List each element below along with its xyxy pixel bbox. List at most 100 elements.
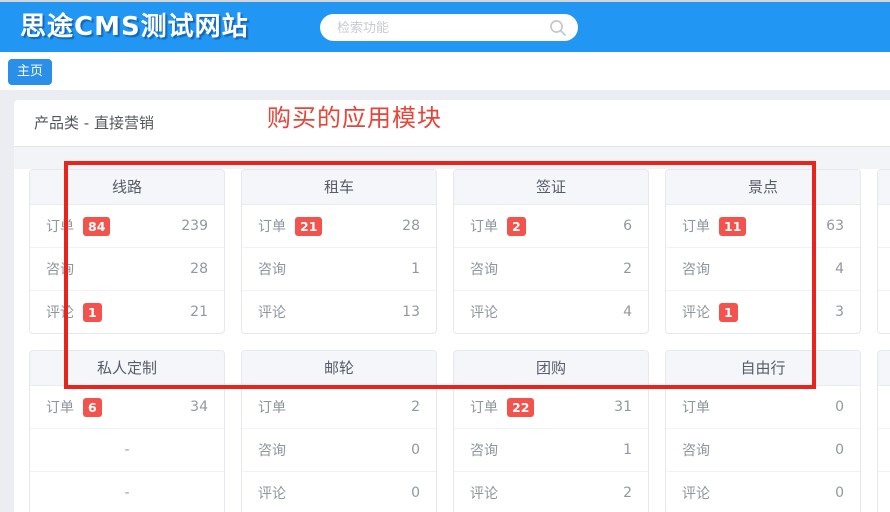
stat-label: 评论 [470, 302, 498, 322]
module-card: 团购订单 22 31 咨询 1 评论 2 [453, 350, 649, 512]
stat-value: 21 [190, 304, 208, 320]
stat-row: 咨询 0 [242, 428, 436, 471]
module-card: 邮轮订单2 咨询 0 评论 0 [241, 350, 437, 512]
stat-label: 评论 [470, 483, 498, 503]
stat-label: 评论 [258, 483, 286, 503]
module-card-title: 邮轮 [242, 351, 436, 386]
search-input[interactable] [335, 19, 548, 36]
stat-value: 6 [623, 218, 632, 234]
stat-value: 2 [623, 485, 632, 501]
stat-label: 订单 [46, 216, 74, 236]
module-card-title: 自由行 [666, 351, 860, 386]
module-card: 租车订单2128咨询1评论13 [241, 169, 437, 334]
app-header: 思途CMS测试网站 [0, 2, 890, 52]
stat-row: 评论 0 [242, 471, 436, 512]
new-count-badge: 84 [83, 217, 110, 236]
tab-strip: 主页 [0, 52, 890, 90]
new-count-badge: 22 [507, 398, 534, 417]
stat-value: 28 [402, 218, 420, 234]
stat-row: - [30, 471, 224, 512]
stat-row: 评论 13 [242, 290, 436, 333]
module-card-title: 线路 [30, 170, 224, 205]
stat-label: 咨询 [46, 259, 74, 279]
stat-label: 咨询 [470, 440, 498, 460]
stat-label: 订单 [682, 216, 710, 236]
cards-grid: 线路订单84239咨询28评论121租车订单2128咨询1评论13签证订单26咨… [29, 169, 890, 512]
stat-value: 0 [411, 485, 420, 501]
stat-row: 咨询 1 [454, 428, 648, 471]
new-count-badge: 1 [719, 303, 738, 322]
stat-row: 订单1163 [666, 205, 860, 247]
stat-row [878, 247, 890, 290]
tab-home[interactable]: 主页 [8, 59, 52, 85]
stat-label: 订单 [470, 397, 498, 417]
stat-value: 3 [835, 304, 844, 320]
module-card-title [878, 170, 890, 205]
stat-label: 评论 [682, 483, 710, 503]
stat-label: 订单 [470, 216, 498, 236]
stat-row: 咨询 2 [454, 247, 648, 290]
stat-row: 评论 2 [454, 471, 648, 512]
stat-row: 评论 4 [454, 290, 648, 333]
module-card: 签证订单26咨询2评论4 [453, 169, 649, 334]
stat-value: 13 [402, 304, 420, 320]
stat-row: 订单 0 [666, 386, 860, 428]
stat-value: 34 [190, 399, 208, 415]
stat-label: 咨询 [258, 440, 286, 460]
stat-row [878, 205, 890, 247]
stat-row [878, 428, 890, 471]
module-card: 景点订单1163咨询4评论13 [665, 169, 861, 334]
stat-value: 4 [623, 304, 632, 320]
stat-value: 1 [411, 261, 420, 277]
panel-toolbar [14, 147, 890, 169]
stat-value: 0 [835, 485, 844, 501]
new-count-badge: 6 [83, 398, 102, 417]
module-card-title [878, 351, 890, 386]
stat-value: 0 [835, 399, 844, 415]
stat-label: 咨询 [682, 259, 710, 279]
stat-value: 239 [181, 218, 208, 234]
stat-row: 订单 84 239 [30, 205, 224, 247]
module-card-title: 团购 [454, 351, 648, 386]
module-card-cropped [877, 169, 890, 334]
new-count-badge: 11 [719, 217, 746, 236]
stat-value: 2 [623, 261, 632, 277]
search-icon[interactable] [548, 18, 568, 38]
stat-value: 0 [835, 442, 844, 458]
stat-label: 评论 [258, 302, 286, 322]
stat-row: 订单 6 34 [30, 386, 224, 428]
stat-label: 订单 [46, 397, 74, 417]
stat-row: 订单 2 6 [454, 205, 648, 247]
stat-value: 2 [411, 399, 420, 415]
stat-row: 咨询 1 [242, 247, 436, 290]
module-card-title: 景点 [666, 170, 860, 205]
site-title: 思途CMS测试网站 [20, 2, 249, 52]
stat-value: 1 [623, 442, 632, 458]
new-count-badge: 1 [83, 303, 102, 322]
stat-row: 评论13 [666, 290, 860, 333]
stat-row: - [30, 428, 224, 471]
new-count-badge: 2 [507, 217, 526, 236]
stat-label: 咨询 [258, 259, 286, 279]
stat-label: 咨询 [470, 259, 498, 279]
stat-value: 0 [411, 442, 420, 458]
stat-value: 31 [614, 399, 632, 415]
stat-row: 订单2 [242, 386, 436, 428]
stat-row: 订单 21 28 [242, 205, 436, 247]
new-count-badge: 21 [295, 217, 322, 236]
stat-value: 28 [190, 261, 208, 277]
stat-label: 订单 [258, 216, 286, 236]
stat-row: 咨询 4 [666, 247, 860, 290]
module-card: 线路订单 84 239 咨询 28 评论 1 21 [29, 169, 225, 334]
stat-label: 评论 [46, 302, 74, 322]
stat-row: 咨询 28 [30, 247, 224, 290]
panel-title: 产品类 - 直接营销 [14, 100, 890, 147]
stat-row [878, 386, 890, 428]
stat-row [878, 290, 890, 333]
module-card-cropped [877, 350, 890, 512]
module-card: 私人定制订单634-- [29, 350, 225, 512]
main-panel: 产品类 - 直接营销 线路订单84239咨询28评论121租车订单2128咨询1… [14, 100, 890, 512]
stat-label: 订单 [682, 397, 710, 417]
stat-value: 4 [835, 261, 844, 277]
stat-row: 订单 22 31 [454, 386, 648, 428]
